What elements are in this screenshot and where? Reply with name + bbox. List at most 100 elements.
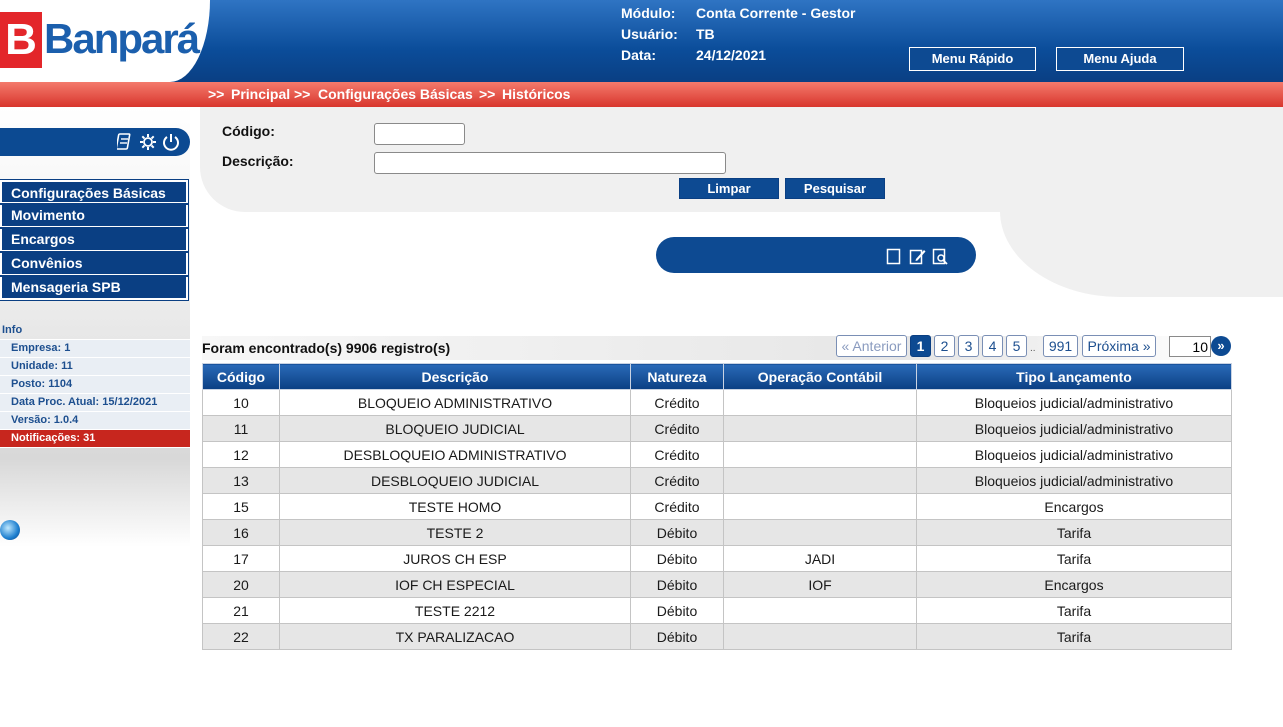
page-size-input[interactable]: [1169, 336, 1211, 357]
table-row[interactable]: 10 BLOQUEIO ADMINISTRATIVO Crédito Bloqu…: [202, 389, 1232, 416]
cell-codigo: 17: [202, 545, 280, 572]
sidebar-item-configuracoes-basicas[interactable]: Configurações Básicas: [0, 179, 189, 205]
codigo-label: Código:: [222, 123, 275, 139]
cell-codigo: 10: [202, 389, 280, 416]
cell-tipo: Bloqueios judicial/administrativo: [916, 389, 1232, 416]
table-row[interactable]: 12 DESBLOQUEIO ADMINISTRATIVO Crédito Bl…: [202, 441, 1232, 468]
cell-natureza: Crédito: [630, 467, 724, 494]
usuario-label: Usuário:: [621, 26, 678, 42]
cell-tipo: Tarifa: [916, 623, 1232, 650]
power-icon[interactable]: [162, 133, 180, 156]
cell-descricao: TESTE 2: [279, 519, 631, 546]
cell-codigo: 22: [202, 623, 280, 650]
table-row[interactable]: 16 TESTE 2 Débito Tarifa: [202, 519, 1232, 546]
table-row[interactable]: 17 JUROS CH ESP Débito JADI Tarifa: [202, 545, 1232, 572]
cell-natureza: Débito: [630, 545, 724, 572]
app-header: B Banpará Módulo: Conta Corrente - Gesto…: [0, 0, 1283, 82]
edit-icon[interactable]: [909, 248, 926, 265]
cell-operacao: [723, 597, 917, 624]
descricao-label: Descrição:: [222, 153, 294, 169]
new-icon[interactable]: [886, 248, 902, 265]
cell-descricao: TESTE 2212: [279, 597, 631, 624]
menu-ajuda-button[interactable]: Menu Ajuda: [1056, 47, 1184, 71]
modulo-label: Módulo:: [621, 5, 676, 21]
col-codigo[interactable]: Código: [202, 363, 280, 390]
info-data-proc: Data Proc. Atual: 15/12/2021: [0, 394, 190, 412]
cell-operacao: [723, 467, 917, 494]
modulo-value: Conta Corrente - Gestor: [696, 5, 856, 21]
descricao-input[interactable]: [374, 152, 726, 174]
cell-descricao: JUROS CH ESP: [279, 545, 631, 572]
cell-tipo: Bloqueios judicial/administrativo: [916, 415, 1232, 442]
cell-operacao: [723, 519, 917, 546]
cell-descricao: BLOQUEIO ADMINISTRATIVO: [279, 389, 631, 416]
breadcrumb-principal[interactable]: Principal: [231, 86, 290, 102]
cell-operacao: [723, 493, 917, 520]
cell-codigo: 16: [202, 519, 280, 546]
cell-natureza: Débito: [630, 597, 724, 624]
sidebar-item-mensageria-spb[interactable]: Mensageria SPB: [0, 275, 189, 301]
page-2-button[interactable]: 2: [934, 335, 955, 357]
info-posto: Posto: 1104: [0, 376, 190, 394]
info-panel: Info Empresa: 1 Unidade: 11 Posto: 1104 …: [0, 322, 190, 448]
info-title: Info: [0, 322, 190, 340]
table-header-row: Código Descrição Natureza Operação Contá…: [202, 363, 1232, 390]
page-4-button[interactable]: 4: [982, 335, 1003, 357]
gear-icon[interactable]: [139, 133, 157, 156]
col-natureza[interactable]: Natureza: [630, 363, 724, 390]
cell-operacao: [723, 389, 917, 416]
globe-icon[interactable]: [0, 520, 20, 540]
page-5-button[interactable]: 5: [1006, 335, 1027, 357]
result-count: Foram encontrado(s) 9906 registro(s): [202, 340, 451, 356]
cell-tipo: Tarifa: [916, 597, 1232, 624]
page-3-button[interactable]: 3: [958, 335, 979, 357]
sidebar-item-convenios[interactable]: Convênios: [0, 251, 189, 277]
cell-tipo: Tarifa: [916, 519, 1232, 546]
cell-operacao: IOF: [723, 571, 917, 598]
cell-natureza: Crédito: [630, 441, 724, 468]
cell-codigo: 12: [202, 441, 280, 468]
breadcrumb-configuracoes[interactable]: Configurações Básicas: [318, 86, 473, 102]
calculator-icon[interactable]: [115, 133, 132, 155]
info-notificacoes[interactable]: Notificações: 31: [0, 430, 190, 448]
sidebar-toolbar: [0, 128, 190, 156]
info-versao: Versão: 1.0.4: [0, 412, 190, 430]
table-row[interactable]: 20 IOF CH ESPECIAL Débito IOF Encargos: [202, 571, 1232, 598]
table-row[interactable]: 11 BLOQUEIO JUDICIAL Crédito Bloqueios j…: [202, 415, 1232, 442]
table-row[interactable]: 13 DESBLOQUEIO JUDICIAL Crédito Bloqueio…: [202, 467, 1232, 494]
sidebar-item-encargos[interactable]: Encargos: [0, 227, 189, 253]
table-row[interactable]: 15 TESTE HOMO Crédito Encargos: [202, 493, 1232, 520]
page-1-button[interactable]: 1: [910, 335, 931, 357]
pesquisar-button[interactable]: Pesquisar: [785, 178, 885, 199]
page-next-button[interactable]: Próxima »: [1082, 335, 1156, 357]
cell-natureza: Crédito: [630, 389, 724, 416]
info-unidade: Unidade: 11: [0, 358, 190, 376]
cell-operacao: [723, 623, 917, 650]
sidebar-item-movimento[interactable]: Movimento: [0, 203, 189, 229]
banpara-logo-mark: B: [0, 12, 42, 68]
cell-natureza: Débito: [630, 519, 724, 546]
table-row[interactable]: 21 TESTE 2212 Débito Tarifa: [202, 597, 1232, 624]
codigo-input[interactable]: [374, 123, 465, 145]
info-empresa: Empresa: 1: [0, 340, 190, 358]
cell-descricao: TX PARALIZACAO: [279, 623, 631, 650]
col-operacao-contabil[interactable]: Operação Contábil: [723, 363, 917, 390]
page-last-button[interactable]: 991: [1043, 335, 1078, 357]
cell-tipo: Bloqueios judicial/administrativo: [916, 467, 1232, 494]
breadcrumb-sep: >>: [294, 86, 311, 102]
cell-tipo: Bloqueios judicial/administrativo: [916, 441, 1232, 468]
view-icon[interactable]: [932, 248, 948, 265]
breadcrumb-sep: >>: [479, 86, 496, 102]
menu-rapido-button[interactable]: Menu Rápido: [909, 47, 1036, 71]
cell-natureza: Crédito: [630, 493, 724, 520]
record-action-bar: [656, 237, 976, 273]
limpar-button[interactable]: Limpar: [679, 178, 779, 199]
table-row[interactable]: 22 TX PARALIZACAO Débito Tarifa: [202, 623, 1232, 650]
go-page-button[interactable]: »: [1211, 336, 1231, 356]
cell-codigo: 20: [202, 571, 280, 598]
page-prev-button[interactable]: « Anterior: [836, 335, 907, 357]
cell-descricao: DESBLOQUEIO ADMINISTRATIVO: [279, 441, 631, 468]
col-descricao[interactable]: Descrição: [279, 363, 631, 390]
col-tipo-lancamento[interactable]: Tipo Lançamento: [916, 363, 1232, 390]
cell-codigo: 21: [202, 597, 280, 624]
